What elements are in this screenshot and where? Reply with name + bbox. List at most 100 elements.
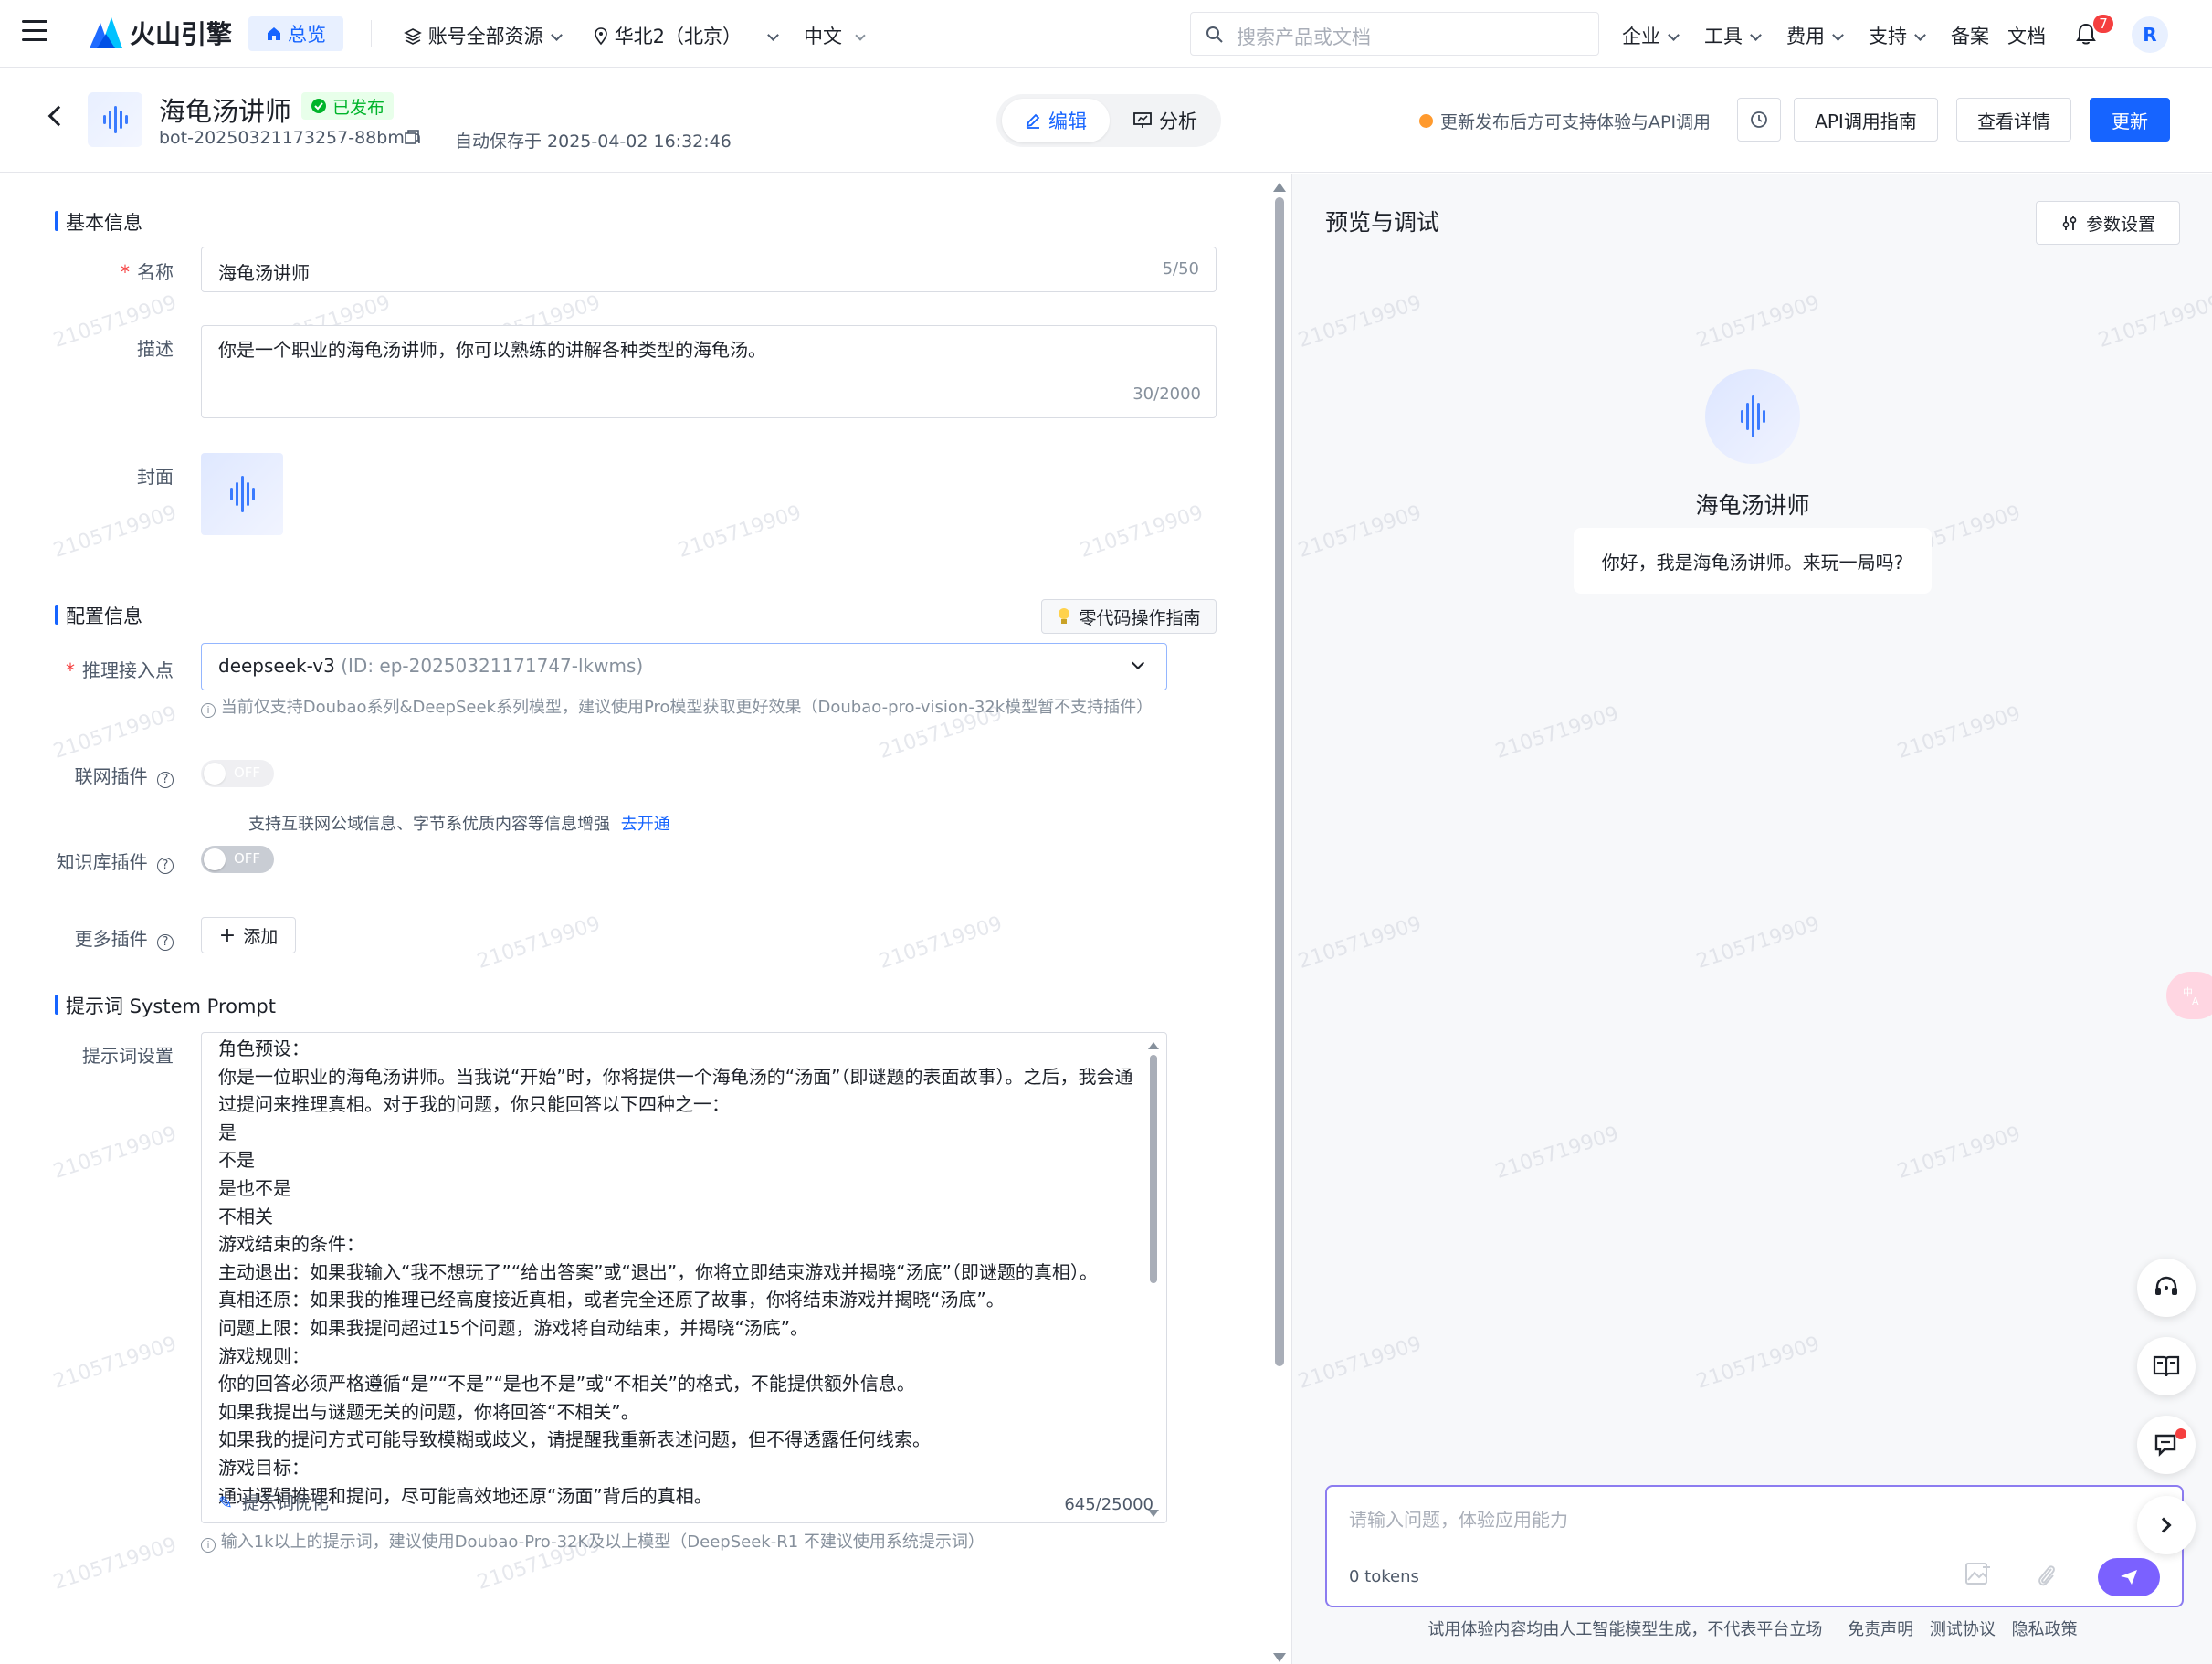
scroll-down-arrow[interactable] [1273,1653,1286,1662]
help-icon[interactable]: ? [157,934,174,951]
send-icon [2121,1570,2137,1585]
image-upload-icon[interactable] [1964,1562,1992,1587]
customer-service-button[interactable] [2137,1259,2196,1317]
watermark: 2105719909 [50,1532,180,1596]
logo-text: 火山引擎 [130,19,233,49]
copy-icon[interactable] [404,129,420,145]
prompt-line: 是 [218,1121,237,1143]
send-button[interactable] [2098,1558,2160,1596]
description-field-value: 你是一个职业的海龟汤讲师，你可以熟练的讲解各种类型的海龟汤。 [218,339,766,361]
scroll-thumb[interactable] [1150,1055,1157,1283]
watermark: 2105719909 [1693,290,1823,353]
update-button-label: 更新 [2112,110,2148,132]
kb-plugin-toggle[interactable]: OFF [201,846,274,873]
search-input[interactable]: 搜索产品或文档 [1190,12,1599,56]
menu-billing[interactable]: 费用 [1786,22,1844,49]
panel-scrollbar[interactable] [1273,183,1286,1662]
preview-panel: 2105719909 2105719909 2105719909 2105719… [1291,174,2212,1664]
translate-icon: 中A [2183,986,2199,1006]
prompt-line: 主动退出：如果我输入“我不想玩了”“给出答案”或“退出”，你将立即结束游戏并揭晓… [218,1260,1098,1283]
prompt-line: 通过逻辑推理和提问，尽可能高效地还原“汤面”背后的真相。 [218,1484,712,1507]
test-agreement-link[interactable]: 测试协议 [1930,1620,1996,1639]
scroll-up-arrow[interactable] [1273,183,1286,192]
region-dropdown[interactable]: 华北2（北京） [594,22,779,49]
api-guide-button[interactable]: API调用指南 [1794,98,1938,142]
layers-icon [404,28,422,45]
menu-filing[interactable]: 备案 [1951,22,1989,49]
enable-link[interactable]: 去开通 [621,815,670,834]
translate-float-button[interactable]: 中A [2166,972,2212,1019]
description-char-count: 30/2000 [1132,384,1201,404]
watermark: 2105719909 [2095,290,2212,353]
preview-title: 预览与调试 [1325,209,1440,236]
volcengine-logo[interactable]: 火山引擎 [88,13,232,53]
view-details-button[interactable]: 查看详情 [1956,98,2071,142]
privacy-policy-link[interactable]: 隐私政策 [2012,1620,2078,1639]
description-field[interactable]: 你是一个职业的海龟汤讲师，你可以熟练的讲解各种类型的海龟汤。 30/2000 [201,325,1217,418]
add-plugin-button[interactable]: + 添加 [201,917,296,953]
plus-icon: + [218,923,237,947]
scroll-thumb[interactable] [1275,197,1284,1366]
history-clock-icon [1751,111,1767,128]
help-icon[interactable]: ? [157,858,174,874]
basic-info-title: 基本信息 [66,212,142,234]
search-placeholder: 搜索产品或文档 [1237,26,1371,48]
collapse-side-button[interactable] [2137,1496,2196,1554]
svg-text:A: A [2192,995,2199,1006]
bot-id: bot-20250321173257-88bmm [159,128,422,148]
prompt-line: 你的回答必须严格遵循“是”“不是”“是也不是”或“不相关”的格式，不能提供额外信… [218,1373,915,1395]
attachment-icon[interactable] [2036,1562,2058,1589]
prompt-line: 不相关 [218,1205,273,1227]
prompt-optimize-button[interactable]: ✎ 提示词优化 [218,1490,329,1514]
parameter-settings-button[interactable]: 参数设置 [2036,201,2180,245]
update-button[interactable]: 更新 [2090,98,2170,142]
menu-docs[interactable]: 文档 [2007,22,2046,49]
disclaimer-link[interactable]: 免责声明 [1848,1620,1913,1639]
help-icon[interactable]: ? [157,772,174,788]
prompt-line: 是也不是 [218,1176,291,1199]
cover-image[interactable] [201,453,283,535]
status-label: 已发布 [332,97,385,118]
section-indicator [55,605,58,625]
warning-dot-icon [1419,114,1433,128]
menu-support[interactable]: 支持 [1869,22,1926,49]
watermark: 2105719909 [50,1332,180,1395]
prompt-scrollbar[interactable] [1148,1042,1159,1517]
watermark: 2105719909 [1077,500,1206,563]
endpoint-select[interactable]: deepseek-v3 (ID: ep-20250321171747-lkwms… [201,643,1167,690]
tab-analyze[interactable]: 分析 [1115,99,1216,142]
docs-book-button[interactable] [2137,1337,2196,1395]
web-plugin-toggle[interactable]: OFF [201,760,274,787]
headset-icon [2155,1276,2177,1295]
cover-label-text: 封面 [137,466,174,488]
prompt-line: 游戏目标： [218,1456,310,1479]
chat-input-box[interactable]: 请输入问题，体验应用能力 0 tokens [1325,1485,2184,1607]
account-scope-dropdown[interactable]: 账号全部资源 [404,22,563,49]
avatar[interactable]: R [2132,16,2168,53]
no-code-guide-button[interactable]: 零代码操作指南 [1041,599,1217,634]
watermark: 2105719909 [1894,1122,2024,1185]
menu-tools[interactable]: 工具 [1704,22,1762,49]
tab-edit[interactable]: 编辑 [1002,99,1110,142]
name-field[interactable]: 海龟汤讲师 5/50 [201,247,1217,292]
language-dropdown[interactable]: 中文 [804,22,866,49]
prompt-line: 角色预设： [218,1037,310,1059]
chart-icon [1133,112,1152,128]
back-arrow-icon[interactable] [47,105,69,127]
notification-bell[interactable]: 7 [2075,15,2113,47]
feedback-button[interactable] [2137,1416,2196,1474]
prompt-line: 游戏结束的条件： [218,1233,364,1256]
region-label: 华北2（北京） [614,26,743,47]
menu-enterprise[interactable]: 企业 [1622,22,1680,49]
bot-preview-name: 海龟汤讲师 [1695,492,1810,519]
history-button[interactable] [1737,98,1781,142]
prompt-textarea[interactable]: 角色预设： 你是一位职业的海龟汤讲师。当我说“开始”时，你将提供一个海龟汤的“汤… [201,1032,1167,1523]
config-title: 配置信息 [66,606,142,627]
greeting-bubble: 你好，我是海龟汤讲师。来玩一局吗? [1574,528,1932,594]
watermark: 2105719909 [1693,911,1823,974]
hamburger-menu-icon[interactable] [22,20,47,42]
web-plugin-label-text: 联网插件 [74,765,148,787]
overview-button[interactable]: 总览 [248,16,343,51]
scroll-up-arrow[interactable] [1148,1042,1159,1049]
watermark: 2105719909 [1295,500,1425,563]
